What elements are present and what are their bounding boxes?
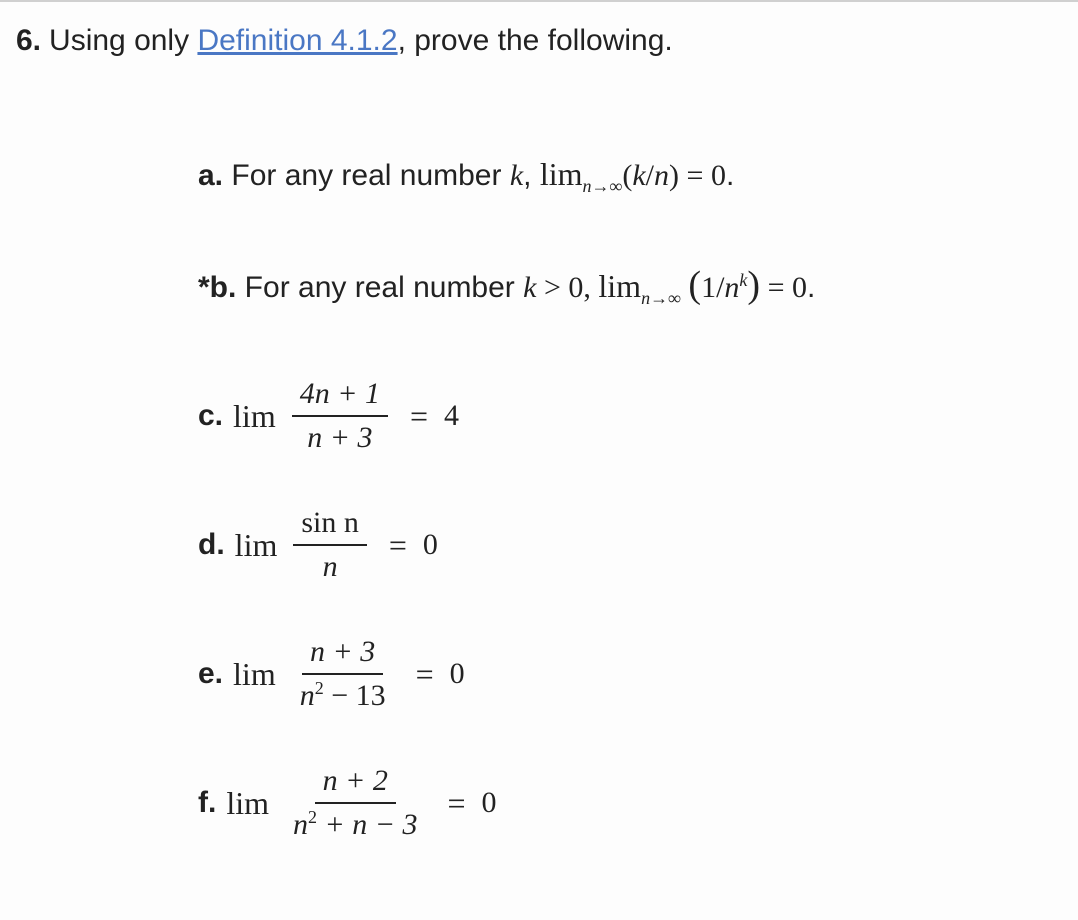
- item-a-kn-num: k: [632, 159, 645, 192]
- item-b-k: k: [523, 271, 536, 304]
- item-a-k: k: [510, 159, 523, 192]
- stem-suffix: , prove the following.: [398, 24, 673, 57]
- item-b-prefix: For any real number: [236, 271, 523, 304]
- item-f-denom: n2 + n − 3: [285, 804, 426, 846]
- item-e-fraction: n + 3 n2 − 13: [292, 631, 394, 716]
- problem-number: 6.: [16, 24, 41, 58]
- item-a-open: (: [622, 159, 632, 192]
- problem-stem: 6. Using only Definition 4.1.2, prove th…: [16, 24, 1052, 58]
- item-d-label: d.: [198, 526, 225, 564]
- item-c-eq: =: [404, 396, 434, 436]
- item-c: c. lim 4n + 1 n + 3 = 4: [198, 373, 1052, 458]
- item-e-eq: =: [410, 654, 440, 694]
- item-a-kn-slash: /: [646, 159, 654, 192]
- item-d-denom: n: [315, 546, 346, 588]
- item-e-denom-exp: 2: [315, 678, 324, 698]
- item-e-rhs: 0: [450, 655, 465, 693]
- item-b-1over: 1/: [701, 271, 724, 304]
- item-e-lim: lim: [233, 654, 276, 694]
- item-d-numer: sin n: [293, 502, 367, 546]
- item-e-denom-n: n: [300, 679, 315, 712]
- item-f-rhs: 0: [482, 784, 497, 822]
- item-c-label: c.: [198, 397, 223, 435]
- stem-text: Using only Definition 4.1.2, prove the f…: [49, 24, 673, 58]
- item-a-prefix: For any real number: [223, 159, 510, 192]
- item-e-numer: n + 3: [302, 631, 383, 675]
- stem-prefix: Using only: [49, 24, 197, 57]
- item-a-close: ): [669, 159, 679, 192]
- definition-link[interactable]: Definition 4.1.2: [197, 24, 397, 57]
- item-a-lim: lim: [540, 156, 583, 192]
- item-a-after-k: ,: [523, 159, 540, 192]
- item-d-lim: lim: [235, 525, 278, 565]
- item-b: *b. For any real number k > 0, limn→∞ (1…: [198, 262, 1052, 310]
- item-b-limsub: n→∞: [641, 288, 681, 308]
- item-b-label: *b.: [198, 271, 236, 304]
- item-b-content: *b. For any real number k > 0, limn→∞ (1…: [198, 262, 815, 310]
- item-f-denom-exp: 2: [308, 807, 317, 827]
- item-f: f. lim n + 2 n2 + n − 3 = 0: [198, 760, 1052, 845]
- exercise-page: 6. Using only Definition 4.1.2, prove th…: [0, 0, 1078, 920]
- item-d: d. lim sin n n = 0: [198, 502, 1052, 587]
- item-d-fraction: sin n n: [293, 502, 367, 587]
- item-f-label: f.: [198, 784, 216, 822]
- item-c-numer: 4n + 1: [292, 373, 388, 417]
- item-b-open: (: [688, 264, 701, 306]
- item-d-eq: =: [383, 525, 413, 565]
- item-a-content: a. For any real number k, limn→∞(k/n) = …: [198, 154, 734, 198]
- item-e-denom-rest: − 13: [324, 679, 386, 712]
- item-f-denom-n: n: [293, 808, 308, 841]
- item-e-denom: n2 − 13: [292, 675, 394, 717]
- item-c-rhs: 4: [444, 397, 459, 435]
- item-c-lim: lim: [233, 396, 276, 436]
- item-b-gt0: > 0,: [536, 271, 598, 304]
- item-f-numer: n + 2: [315, 760, 396, 804]
- item-c-fraction: 4n + 1 n + 3: [292, 373, 388, 458]
- item-c-denom: n + 3: [299, 417, 380, 459]
- item-a: a. For any real number k, limn→∞(k/n) = …: [198, 154, 1052, 198]
- item-a-rhs: 0: [711, 159, 726, 192]
- item-e: e. lim n + 3 n2 − 13 = 0: [198, 631, 1052, 716]
- item-b-n: n: [724, 271, 739, 304]
- item-a-period: .: [726, 159, 734, 192]
- item-a-eq: =: [679, 159, 711, 192]
- item-b-period: .: [807, 271, 815, 304]
- item-b-close: ): [747, 264, 760, 306]
- item-b-eq: =: [760, 271, 792, 304]
- item-b-rhs: 0: [792, 271, 807, 304]
- item-f-fraction: n + 2 n2 + n − 3: [285, 760, 426, 845]
- item-d-rhs: 0: [423, 526, 438, 564]
- items-list: a. For any real number k, limn→∞(k/n) = …: [198, 154, 1052, 845]
- item-a-kn-den: n: [654, 159, 669, 192]
- item-b-lim: lim: [598, 268, 641, 304]
- item-f-denom-rest: + n − 3: [317, 808, 418, 841]
- item-e-label: e.: [198, 655, 223, 693]
- item-f-eq: =: [442, 783, 472, 823]
- item-f-lim: lim: [226, 783, 269, 823]
- item-a-limsub: n→∞: [583, 176, 623, 196]
- item-a-label: a.: [198, 159, 223, 192]
